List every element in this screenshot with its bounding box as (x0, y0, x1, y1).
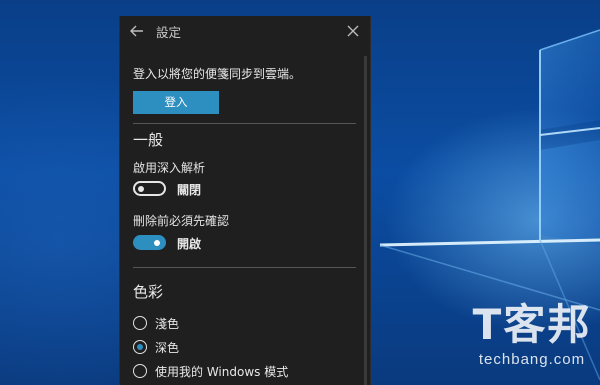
scrollbar[interactable] (364, 56, 367, 385)
back-button[interactable] (124, 18, 150, 44)
section-title-general: 一般 (133, 131, 164, 149)
divider (133, 123, 356, 124)
radio-circle-icon (133, 364, 147, 378)
watermark-site-text: techbang.com (478, 351, 586, 368)
confirm-delete-state: 開啟 (177, 237, 202, 251)
site-watermark: T客邦 techbang.com (470, 300, 594, 385)
radio-dark-label: 深色 (155, 341, 180, 355)
title-bar: 設定 (120, 16, 370, 46)
insights-toggle[interactable] (133, 181, 166, 196)
settings-panel: 設定 登入以將您的便箋同步到雲端。 登入 一般 啟用深入解析 關閉 刪除前必須先… (119, 16, 371, 385)
watermark-logo-text: T客邦 (472, 300, 592, 349)
signin-button[interactable]: 登入 (133, 91, 219, 114)
divider (133, 267, 356, 268)
close-button[interactable] (342, 20, 364, 42)
toggle-knob (154, 239, 160, 246)
toggle-knob (138, 185, 144, 192)
signin-prompt: 登入以將您的便箋同步到雲端。 (133, 67, 302, 81)
insights-state: 關閉 (177, 183, 202, 197)
radio-checked-icon (133, 340, 147, 354)
section-title-color: 色彩 (133, 283, 164, 301)
radio-circle-icon (133, 316, 147, 330)
close-icon (347, 25, 359, 37)
radio-light-label: 淺色 (155, 317, 180, 331)
confirm-delete-label: 刪除前必須先確認 (133, 214, 230, 228)
radio-windows-mode-label: 使用我的 Windows 模式 (155, 365, 289, 379)
insights-label: 啟用深入解析 (133, 161, 206, 175)
confirm-delete-toggle[interactable] (133, 235, 166, 250)
page-title: 設定 (156, 25, 182, 40)
back-arrow-icon (130, 25, 143, 37)
